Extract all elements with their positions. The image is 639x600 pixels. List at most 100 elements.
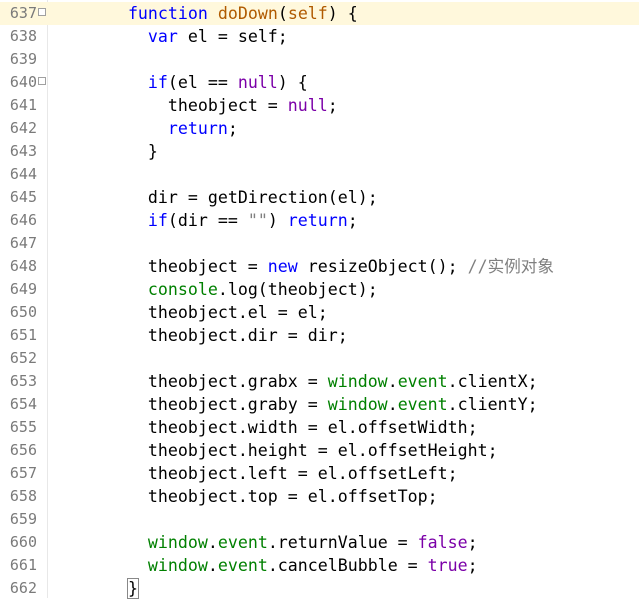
code-token: return [287,211,348,230]
code-line[interactable]: 644 [0,163,639,186]
code-token: theobject.left = el.offsetLeft; [147,464,458,483]
code-line[interactable]: 662 } [0,577,639,600]
code-token: new [267,257,298,276]
code-text[interactable]: if(el == null) { [48,71,308,94]
code-token: .clientY; [447,395,538,414]
code-token: dir = getDirection(el); [147,188,378,207]
code-line[interactable]: 656 theobject.height = el.offsetHeight; [0,439,639,462]
code-text[interactable]: dir = getDirection(el); [48,186,378,209]
code-line[interactable]: 641 theobject = null; [0,94,639,117]
code-line[interactable]: 639 [0,48,639,71]
code-token: (el == [167,73,238,92]
code-text[interactable]: console.log(theobject); [48,278,378,301]
code-text[interactable]: if(dir == "") return; [48,209,358,232]
code-line[interactable]: 646 if(dir == "") return; [0,209,639,232]
code-line[interactable]: 650 theobject.el = el; [0,301,639,324]
code-line[interactable]: 647 [0,232,639,255]
code-text[interactable]: function doDown(self) { [48,2,358,25]
code-text[interactable]: theobject.graby = window.event.clientY; [48,393,538,416]
code-text[interactable]: theobject.width = el.offsetWidth; [48,416,478,439]
code-line[interactable]: 648 theobject = new resizeObject(); //实例… [0,255,639,278]
line-number: 657 [9,464,37,482]
code-line[interactable]: 655 theobject.width = el.offsetWidth; [0,416,639,439]
code-text[interactable]: theobject.left = el.offsetLeft; [48,462,458,485]
line-number: 643 [9,142,37,160]
code-text[interactable]: window.event.returnValue = false; [48,531,478,554]
code-line[interactable]: 661 window.event.cancelBubble = true; [0,554,639,577]
code-token: window [147,533,208,552]
code-line[interactable]: 658 theobject.top = el.offsetTop; [0,485,639,508]
code-text[interactable]: theobject.dir = dir; [48,324,348,347]
code-line[interactable]: 640 if(el == null) { [0,71,639,94]
code-text[interactable]: theobject.top = el.offsetTop; [48,485,438,508]
code-line[interactable]: 651 theobject.dir = dir; [0,324,639,347]
code-text[interactable]: var el = self; [48,25,288,48]
line-number: 645 [9,188,37,206]
line-number: 649 [9,280,37,298]
line-number: 642 [9,119,37,137]
line-number: 660 [9,533,37,551]
fold-toggle-icon[interactable] [38,8,46,16]
line-number: 639 [9,50,37,68]
code-line[interactable]: 643 } [0,140,639,163]
line-number: 652 [9,349,37,367]
code-text[interactable]: theobject = null; [48,94,338,117]
code-line[interactable]: 649 console.log(theobject); [0,278,639,301]
code-text[interactable]: theobject.height = el.offsetHeight; [48,439,498,462]
line-number: 646 [9,211,37,229]
code-text[interactable]: theobject.grabx = window.event.clientX; [48,370,538,393]
code-token: } [126,578,139,599]
code-token: false [417,533,468,552]
line-number: 653 [9,372,37,390]
code-token: theobject.height = el.offsetHeight; [147,441,498,460]
code-token: .log(theobject); [217,280,378,299]
code-text[interactable]: return; [48,117,238,140]
code-editor[interactable]: 637 function doDown(self) {638 var el = … [0,0,639,600]
code-token: theobject = [147,257,268,276]
code-token: theobject = [167,96,288,115]
code-token: ; [467,533,478,552]
code-text[interactable]: window.event.cancelBubble = true; [48,554,478,577]
code-token: event [397,372,448,391]
code-token: function [127,4,208,23]
line-number: 658 [9,487,37,505]
code-line[interactable]: 642 return; [0,117,639,140]
code-token: console [147,280,218,299]
code-line[interactable]: 660 window.event.returnValue = false; [0,531,639,554]
code-line[interactable]: 653 theobject.grabx = window.event.clien… [0,370,639,393]
code-line[interactable]: 657 theobject.left = el.offsetLeft; [0,462,639,485]
code-token: .clientX; [447,372,538,391]
code-token: ; [467,556,478,575]
code-text[interactable]: } [48,140,158,163]
code-token: //实例对象 [467,257,554,276]
current-line[interactable]: 637 function doDown(self) { [0,2,639,25]
code-text[interactable]: theobject = new resizeObject(); //实例对象 [48,255,554,278]
code-line[interactable]: 654 theobject.graby = window.event.clien… [0,393,639,416]
code-token: . [387,372,398,391]
code-token: theobject.el = el; [147,303,328,322]
code-token: doDown [217,4,278,23]
code-line[interactable]: 659 [0,508,639,531]
code-token: event [217,556,268,575]
code-token: self [287,4,328,23]
code-line[interactable]: 638 var el = self; [0,25,639,48]
code-line[interactable]: 652 [0,347,639,370]
fold-toggle-icon[interactable] [38,77,46,85]
code-token: .cancelBubble = [267,556,428,575]
code-text[interactable]: } [48,577,139,600]
code-token: ) { [277,73,308,92]
code-text[interactable]: theobject.el = el; [48,301,328,324]
code-token: true [427,556,468,575]
code-line[interactable]: 645 dir = getDirection(el); [0,186,639,209]
